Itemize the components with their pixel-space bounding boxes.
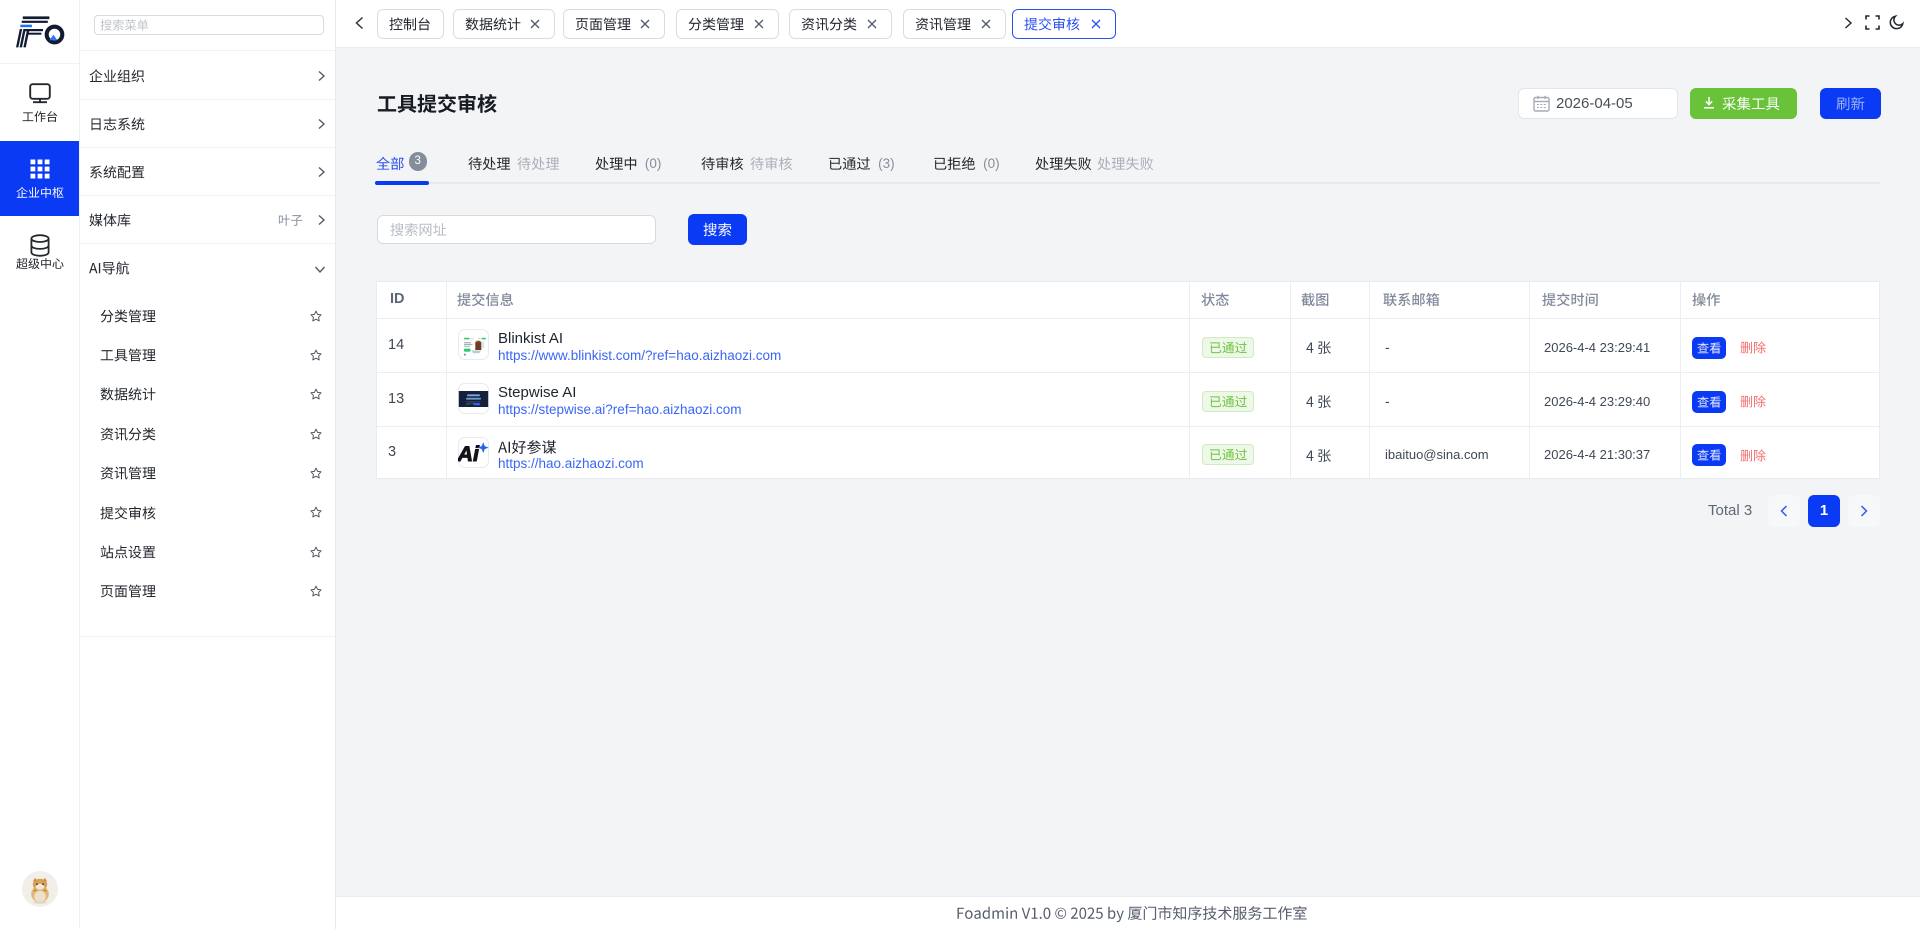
svg-text:Ai: Ai [458, 442, 480, 466]
